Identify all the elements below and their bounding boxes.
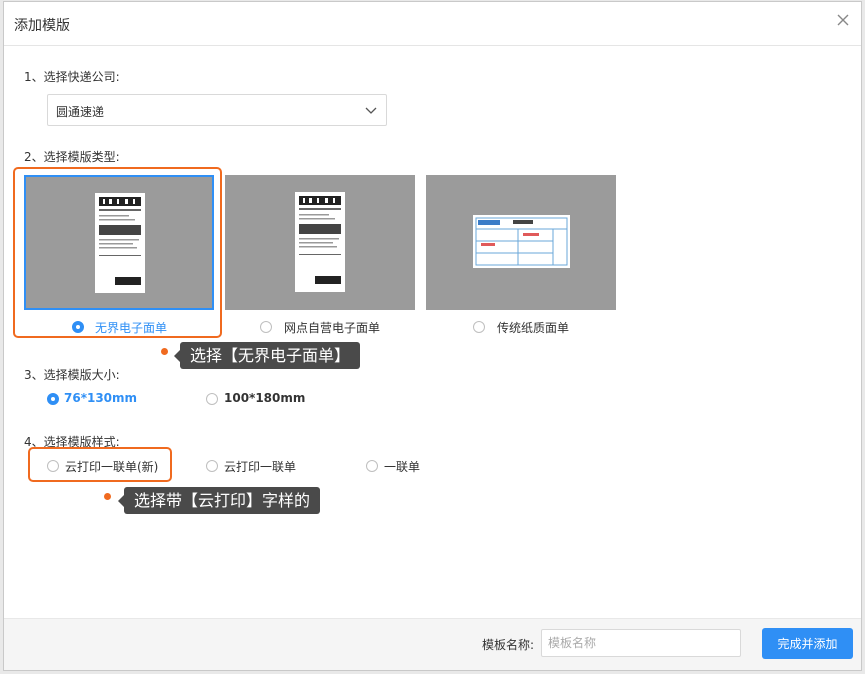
template-card-paper[interactable] <box>426 175 616 310</box>
template-card-self-operated[interactable] <box>225 175 415 310</box>
tip-cloud-print: 选择带【云打印】字样的 <box>117 487 321 514</box>
waybill-thumbnail-icon <box>95 193 145 293</box>
size-radio-100x180[interactable] <box>206 393 218 405</box>
style-option-cloud-print-new-label[interactable]: 云打印一联单(新) <box>65 458 158 475</box>
tip-marker <box>104 493 111 500</box>
size-option-76x130-label[interactable]: 76*130mm <box>64 391 137 405</box>
style-radio-single[interactable] <box>366 460 378 472</box>
type-radio-borderless[interactable] <box>72 321 84 333</box>
type-option-paper-label[interactable]: 传统纸质面单 <box>497 319 569 336</box>
close-icon[interactable] <box>835 12 851 28</box>
size-radio-76x130[interactable] <box>47 393 59 405</box>
tip-borderless: 选择【无界电子面单】 <box>173 342 361 369</box>
chevron-down-icon <box>364 103 378 117</box>
waybill-thumbnail-icon <box>295 192 345 292</box>
template-name-input[interactable] <box>541 629 741 657</box>
dialog-title: 添加模版 <box>14 18 70 34</box>
type-radio-paper[interactable] <box>473 321 485 333</box>
template-name-label: 模板名称: <box>482 638 535 652</box>
type-option-borderless-label[interactable]: 无界电子面单 <box>95 319 167 336</box>
finish-add-button[interactable]: 完成并添加 <box>762 628 853 659</box>
size-option-100x180-label[interactable]: 100*180mm <box>224 391 305 405</box>
style-radio-cloud-print[interactable] <box>206 460 218 472</box>
type-radio-self-operated[interactable] <box>260 321 272 333</box>
size-section-label: 3、选择模版大小: <box>24 368 120 382</box>
style-option-single-label[interactable]: 一联单 <box>384 458 420 475</box>
company-select-value: 圆通速递 <box>56 105 105 119</box>
style-option-cloud-print-label[interactable]: 云打印一联单 <box>224 458 296 475</box>
paper-waybill-thumbnail-icon <box>473 215 570 268</box>
template-card-borderless[interactable] <box>24 175 214 310</box>
company-select[interactable]: 圆通速递 <box>47 94 387 126</box>
type-section-label: 2、选择模版类型: <box>24 150 120 164</box>
add-template-dialog: 添加模版 1、选择快递公司: 圆通速递 2、选择模版类型: 无界电子面单 网点自… <box>3 1 862 671</box>
dialog-header: 添加模版 <box>4 2 861 46</box>
company-section-label: 1、选择快递公司: <box>24 70 120 84</box>
style-radio-cloud-print-new[interactable] <box>47 460 59 472</box>
tip-marker <box>161 348 168 355</box>
type-option-self-operated-label[interactable]: 网点自营电子面单 <box>284 319 380 336</box>
dialog-footer: 模板名称: 完成并添加 <box>4 618 861 670</box>
